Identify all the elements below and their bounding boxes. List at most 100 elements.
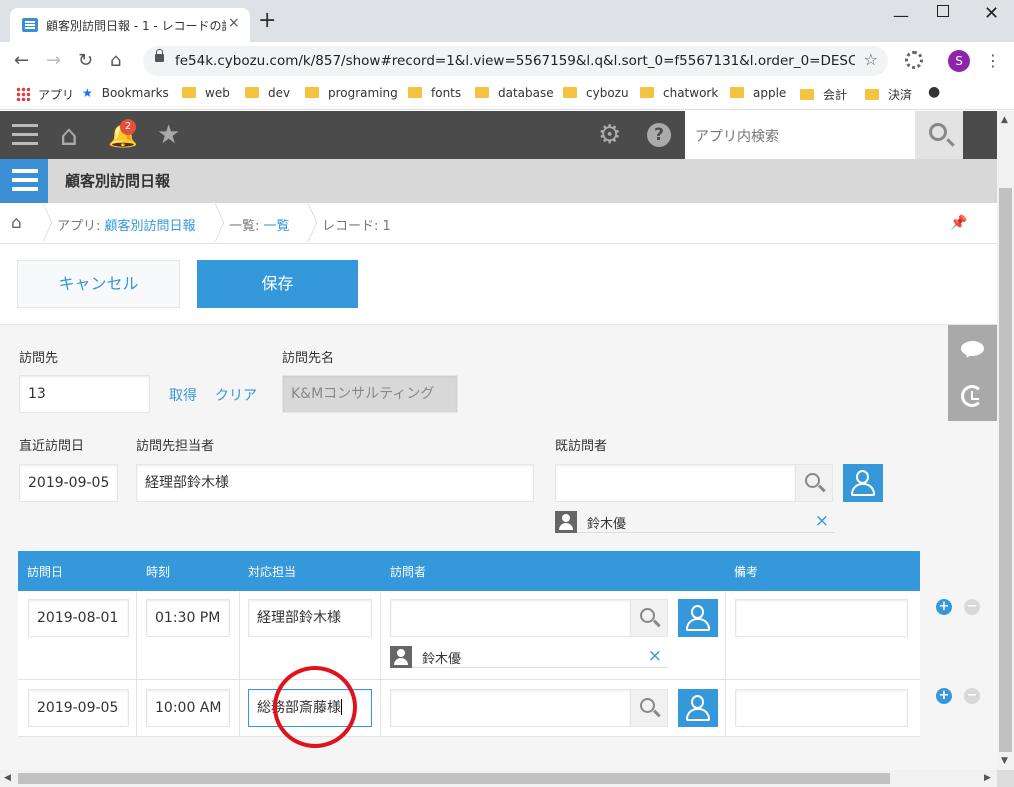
scroll-left-icon[interactable]: ◀ — [4, 773, 11, 783]
remove-row-button[interactable]: − — [964, 688, 980, 704]
cancel-button[interactable]: キャンセル — [17, 260, 180, 308]
home-icon[interactable]: ⌂ — [110, 50, 121, 71]
menu-icon[interactable] — [12, 124, 38, 146]
bookmark-programing[interactable]: programing — [305, 86, 398, 100]
breadcrumb-view-link[interactable]: 一覧 — [264, 219, 290, 234]
app-search-input[interactable]: アプリ内検索 — [685, 111, 915, 159]
bookmarks-bar: アプリ ★ Bookmarks web dev programing fonts … — [0, 80, 1014, 110]
remove-user-icon[interactable]: × — [648, 646, 662, 666]
search-icon — [929, 123, 947, 141]
add-row-button[interactable]: + — [936, 599, 952, 615]
globe-icon[interactable]: ● — [928, 84, 940, 100]
contact-person-field[interactable]: 経理部鈴木様 — [248, 599, 372, 637]
record-form: 訪問先 13 取得 クリア 訪問先名 K&Mコンサルティング 直近訪問日 201… — [0, 325, 997, 770]
browser-menu-icon[interactable]: ⋮ — [985, 51, 1001, 70]
table-row: 2019-08-01 01:30 PM 経理部鈴木様 鈴木優 × — [18, 591, 920, 680]
app-favicon-icon — [22, 18, 38, 32]
portal-home-icon[interactable]: ⌂ — [60, 119, 78, 152]
horizontal-scroll-thumb[interactable] — [18, 773, 890, 784]
remove-row-button[interactable]: − — [964, 599, 980, 615]
save-button[interactable]: 保存 — [197, 260, 358, 308]
note-field[interactable] — [735, 599, 908, 637]
horizontal-scrollbar[interactable]: ◀ ▶ — [0, 770, 997, 787]
forward-icon[interactable]: → — [46, 50, 61, 71]
add-row-button[interactable]: + — [936, 688, 952, 704]
app-search-button[interactable] — [915, 111, 963, 159]
bookmark-payment[interactable]: 決済 — [865, 86, 912, 103]
profile-avatar[interactable]: S — [948, 50, 970, 72]
url-text: fe54k.cybozu.com/k/857/show#record=1&l.v… — [175, 53, 855, 69]
scroll-down-icon[interactable]: ▼ — [1001, 756, 1008, 766]
contact-label: 訪問先担当者 — [136, 439, 215, 454]
folder-icon — [305, 87, 319, 98]
visitor-search-button[interactable] — [630, 599, 668, 637]
extension-gear-icon[interactable] — [905, 51, 923, 69]
user-avatar-icon — [390, 646, 412, 668]
settings-gear-icon[interactable]: ⚙ — [598, 120, 621, 150]
pin-icon[interactable]: 📌 — [950, 215, 967, 231]
fetch-link[interactable]: 取得 — [169, 385, 197, 405]
tab-close-icon[interactable]: × — [228, 15, 240, 31]
visit-to-field[interactable]: 13 — [19, 375, 150, 413]
visitor-search-button[interactable] — [630, 689, 668, 727]
window-close-icon[interactable]: ✕ — [984, 3, 999, 24]
bookmark-web[interactable]: web — [182, 86, 230, 100]
scroll-up-icon[interactable]: ▲ — [1001, 115, 1008, 125]
visit-to-name-field: K&Mコンサルティング — [282, 375, 458, 413]
address-bar[interactable]: fe54k.cybozu.com/k/857/show#record=1&l.v… — [143, 46, 888, 76]
bookmark-chatwork[interactable]: chatwork — [640, 86, 718, 100]
kintone-header: ⌂ 🔔 2 ★ ⚙ ? アプリ内検索 — [0, 111, 997, 159]
vertical-scroll-thumb[interactable] — [999, 188, 1012, 752]
favorites-star-icon[interactable]: ★ — [157, 120, 180, 150]
bookmark-cybozu[interactable]: cybozu — [563, 86, 629, 100]
clear-link[interactable]: クリア — [215, 385, 257, 405]
contact-field[interactable]: 経理部鈴木様 — [136, 464, 534, 502]
history-button[interactable] — [948, 373, 997, 421]
visit-time-field[interactable]: 01:30 PM — [146, 599, 230, 637]
visit-date-field[interactable]: 2019-08-01 — [28, 599, 129, 637]
breadcrumb-app-link[interactable]: 顧客別訪問日報 — [105, 219, 196, 234]
visit-time-field[interactable]: 10:00 AM — [146, 689, 230, 727]
remove-user-icon[interactable]: × — [815, 511, 829, 531]
minimize-icon[interactable]: — — [893, 6, 909, 25]
bookmark-accounting[interactable]: 会計 — [800, 86, 847, 103]
last-visit-field[interactable]: 2019-09-05 — [19, 464, 118, 502]
visit-date-field[interactable]: 2019-09-05 — [28, 689, 129, 727]
breadcrumb-app[interactable]: アプリ: 顧客別訪問日報 — [57, 215, 196, 234]
browser-tab[interactable]: 顧客別訪問日報 - 1 - レコードの詳細 × — [10, 8, 250, 42]
bookmark-star-icon[interactable]: ☆ — [864, 50, 878, 69]
lock-icon — [155, 49, 164, 62]
visitor-user-picker-button[interactable] — [678, 599, 718, 637]
reload-icon[interactable]: ↻ — [78, 50, 93, 71]
user-name: 鈴木優 — [422, 652, 462, 667]
visit-to-label: 訪問先 — [19, 351, 59, 366]
new-tab-button[interactable]: + — [258, 10, 276, 32]
column-header: 時刻 — [146, 565, 171, 579]
comments-button[interactable] — [948, 325, 997, 373]
vertical-scrollbar[interactable]: ▲ ▼ — [997, 111, 1014, 770]
bookmark-bookmarks[interactable]: ★ Bookmarks — [82, 86, 169, 100]
bookmark-apple[interactable]: apple — [730, 86, 786, 100]
maximize-icon[interactable] — [937, 5, 949, 17]
bookmark-fonts[interactable]: fonts — [408, 86, 461, 100]
visitor-user-picker-button[interactable] — [678, 689, 718, 727]
tab-title: 顧客別訪問日報 - 1 - レコードの詳細 — [46, 19, 226, 33]
bookmark-dev[interactable]: dev — [245, 86, 290, 100]
scroll-right-icon[interactable]: ▶ — [984, 773, 991, 783]
app-list-icon[interactable] — [0, 159, 48, 203]
visitor-search-input[interactable] — [390, 689, 631, 727]
breadcrumb-home-icon[interactable]: ⌂ — [11, 213, 22, 233]
bookmark-database[interactable]: database — [475, 86, 554, 100]
back-icon[interactable]: ← — [14, 50, 29, 71]
visited-by-search-input[interactable] — [555, 464, 796, 502]
help-icon[interactable]: ? — [647, 123, 671, 147]
visited-by-user-picker-button[interactable] — [843, 464, 883, 502]
folder-icon — [800, 89, 814, 100]
visited-by-search-button[interactable] — [795, 464, 833, 502]
folder-icon — [640, 87, 654, 98]
note-field[interactable] — [735, 689, 908, 727]
breadcrumb-view[interactable]: 一覧: 一覧 — [229, 215, 290, 234]
bookmark-apps[interactable]: アプリ — [16, 86, 74, 103]
folder-icon — [730, 87, 744, 98]
visitor-search-input[interactable] — [390, 599, 631, 637]
